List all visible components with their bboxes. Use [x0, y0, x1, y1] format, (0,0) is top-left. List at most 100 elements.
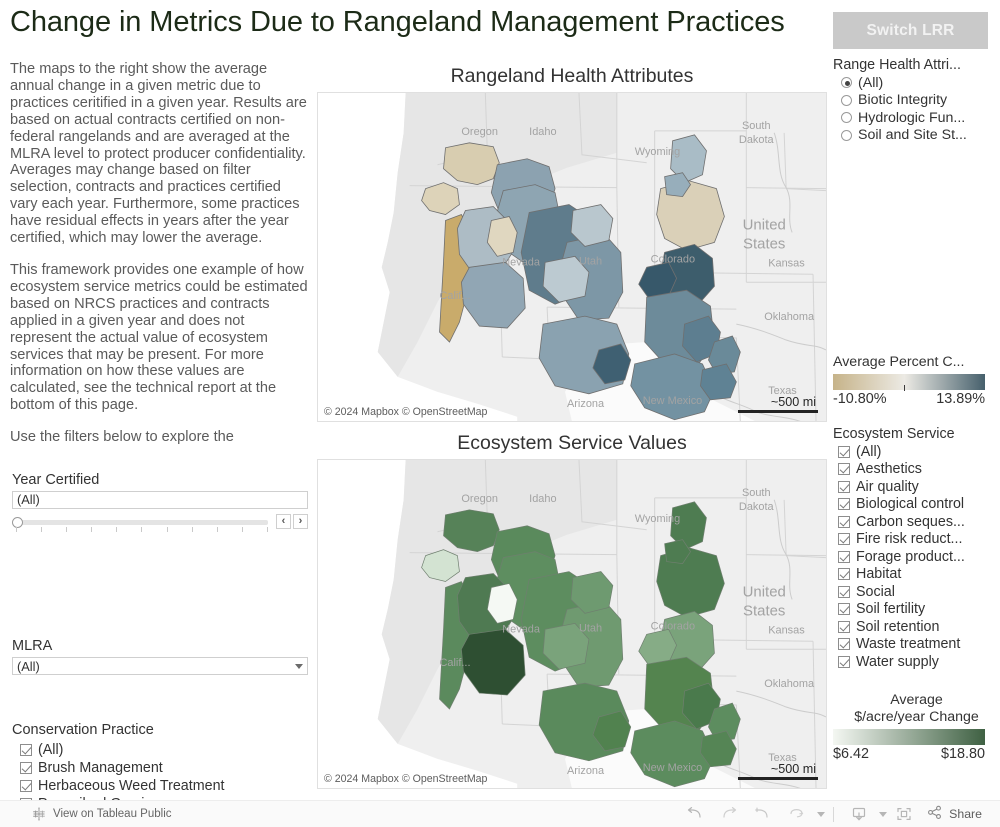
svg-text:Idaho: Idaho: [529, 126, 556, 138]
list-item[interactable]: Aesthetics: [833, 461, 1000, 479]
list-item[interactable]: Habitat: [833, 566, 1000, 584]
checkbox-icon[interactable]: [838, 638, 850, 651]
fullscreen-icon[interactable]: [887, 803, 921, 825]
revert-icon[interactable]: [746, 803, 780, 825]
svg-text:New Mexico: New Mexico: [643, 395, 703, 407]
list-item[interactable]: (All): [12, 741, 310, 759]
list-item[interactable]: Brush Management: [12, 759, 310, 777]
undo-icon[interactable]: [678, 803, 712, 825]
rangeland-health-map[interactable]: Oregon Idaho Wyoming South Dakota United…: [317, 92, 827, 422]
list-item[interactable]: Air quality: [833, 478, 1000, 496]
checkbox-icon[interactable]: [20, 762, 32, 774]
checkbox-icon[interactable]: [838, 585, 850, 598]
switch-lrr-button[interactable]: Switch LRR: [833, 12, 988, 49]
svg-text:Oklahoma: Oklahoma: [764, 311, 815, 323]
year-certified-input[interactable]: (All): [12, 491, 308, 509]
map-credit: © 2024 Mapbox © OpenStreetMap: [324, 406, 488, 418]
year-certified-slider[interactable]: [12, 515, 268, 532]
list-item[interactable]: Forage product...: [833, 548, 1000, 566]
list-item-label: Brush Management: [38, 760, 163, 776]
year-certified-slider-row: ‹ ›: [12, 514, 308, 532]
svg-text:Arizona: Arizona: [567, 765, 605, 777]
checkbox-icon[interactable]: [838, 620, 850, 633]
list-item[interactable]: Herbaceous Weed Treatment: [12, 777, 310, 795]
radio-icon[interactable]: [841, 94, 852, 106]
list-item-label: Forage product...: [856, 548, 965, 565]
list-item[interactable]: Biotic Integrity: [833, 92, 1000, 110]
download-dropdown-caret[interactable]: [879, 811, 888, 817]
checkbox-icon[interactable]: [20, 744, 32, 756]
intro-paragraph-1: The maps to the right show the average a…: [10, 61, 307, 247]
map-credit: © 2024 Mapbox © OpenStreetMap: [324, 773, 488, 785]
toolbar-divider: [833, 806, 835, 822]
conservation-practice-filter: Conservation Practice (All) Brush Manage…: [12, 721, 310, 802]
list-item[interactable]: Water supply: [833, 653, 1000, 671]
checkbox-icon[interactable]: [838, 515, 850, 528]
list-item[interactable]: (All): [833, 443, 1000, 461]
ecosystem-service-map-canvas[interactable]: Oregon Idaho Wyoming South Dakota United…: [318, 460, 826, 789]
rangeland-health-map-canvas[interactable]: Oregon Idaho Wyoming South Dakota United…: [318, 93, 826, 422]
list-item-label: Herbaceous Weed Treatment: [38, 778, 225, 794]
list-item[interactable]: Soil fertility: [833, 601, 1000, 619]
view-on-tableau-public-link[interactable]: View on Tableau Public: [32, 807, 172, 821]
share-button[interactable]: Share: [927, 805, 986, 823]
redo-icon[interactable]: [712, 803, 746, 825]
list-item[interactable]: Soil and Site St...: [833, 127, 1000, 145]
refresh-dropdown-caret[interactable]: [817, 811, 826, 817]
list-item[interactable]: (All): [833, 74, 1000, 92]
map-scale-label: ~500 mi: [770, 395, 816, 409]
legend-values: $6.42 $18.80: [833, 746, 985, 763]
svg-text:Oklahoma: Oklahoma: [764, 678, 815, 690]
map-scale-label: ~500 mi: [770, 762, 816, 776]
checkbox-icon[interactable]: [838, 445, 850, 458]
toolbar-actions: Share: [678, 803, 986, 825]
svg-text:Oregon: Oregon: [461, 493, 497, 505]
ecosystem-service-map[interactable]: Oregon Idaho Wyoming South Dakota United…: [317, 459, 827, 789]
list-item[interactable]: Biological control: [833, 496, 1000, 514]
list-item[interactable]: Social: [833, 583, 1000, 601]
map-scalebar: ~500 mi: [738, 395, 818, 413]
rangeland-health-map-panel: Rangeland Health Attributes Oregon Idaho…: [317, 64, 827, 422]
checkbox-icon[interactable]: [838, 498, 850, 511]
year-certified-filter: Year Certified (All) ‹ ›: [12, 471, 310, 532]
slider-next-button[interactable]: ›: [293, 514, 308, 529]
legend-min-value: -10.80%: [833, 391, 887, 407]
list-item[interactable]: Soil retention: [833, 618, 1000, 636]
list-item[interactable]: Hydrologic Fun...: [833, 109, 1000, 127]
list-item[interactable]: Waste treatment: [833, 636, 1000, 654]
average-percent-change-legend: Average Percent C... -10.80% 13.89%: [833, 354, 1000, 408]
bottom-toolbar: View on Tableau Public Share: [0, 800, 1000, 827]
list-item-label: Hydrologic Fun...: [858, 109, 966, 126]
svg-text:Colorado: Colorado: [651, 253, 695, 265]
checkbox-icon[interactable]: [838, 655, 850, 668]
mlra-dropdown[interactable]: (All): [12, 657, 308, 675]
download-icon[interactable]: [842, 803, 876, 825]
checkbox-icon[interactable]: [20, 780, 32, 792]
radio-icon[interactable]: [841, 129, 852, 141]
list-item[interactable]: Carbon seques...: [833, 513, 1000, 531]
checkbox-icon[interactable]: [838, 463, 850, 476]
list-item-label: Aesthetics: [856, 461, 922, 478]
map-scalebar: ~500 mi: [738, 762, 818, 780]
list-item[interactable]: Fire risk reduct...: [833, 531, 1000, 549]
svg-text:Nevada: Nevada: [502, 256, 541, 268]
checkbox-icon[interactable]: [838, 603, 850, 616]
checkbox-icon[interactable]: [838, 533, 850, 546]
list-item-label: Biological control: [856, 496, 965, 513]
year-certified-label: Year Certified: [12, 472, 100, 488]
svg-text:States: States: [743, 602, 785, 619]
refresh-icon[interactable]: [780, 803, 814, 825]
map-scale-bar: [738, 777, 818, 780]
checkbox-icon[interactable]: [838, 480, 850, 493]
list-item-label: Biotic Integrity: [858, 92, 948, 109]
checkbox-icon[interactable]: [838, 568, 850, 581]
average-dollar-change-legend: Average $/acre/year Change $6.42 $18.80: [833, 692, 1000, 763]
list-item-label: Air quality: [856, 478, 919, 495]
radio-icon[interactable]: [841, 112, 852, 124]
svg-text:Arizona: Arizona: [567, 398, 605, 410]
slider-prev-button[interactable]: ‹: [276, 514, 291, 529]
svg-text:Dakota: Dakota: [739, 501, 775, 513]
tableau-logo-icon: [32, 807, 46, 821]
radio-icon[interactable]: [841, 77, 852, 89]
checkbox-icon[interactable]: [838, 550, 850, 563]
